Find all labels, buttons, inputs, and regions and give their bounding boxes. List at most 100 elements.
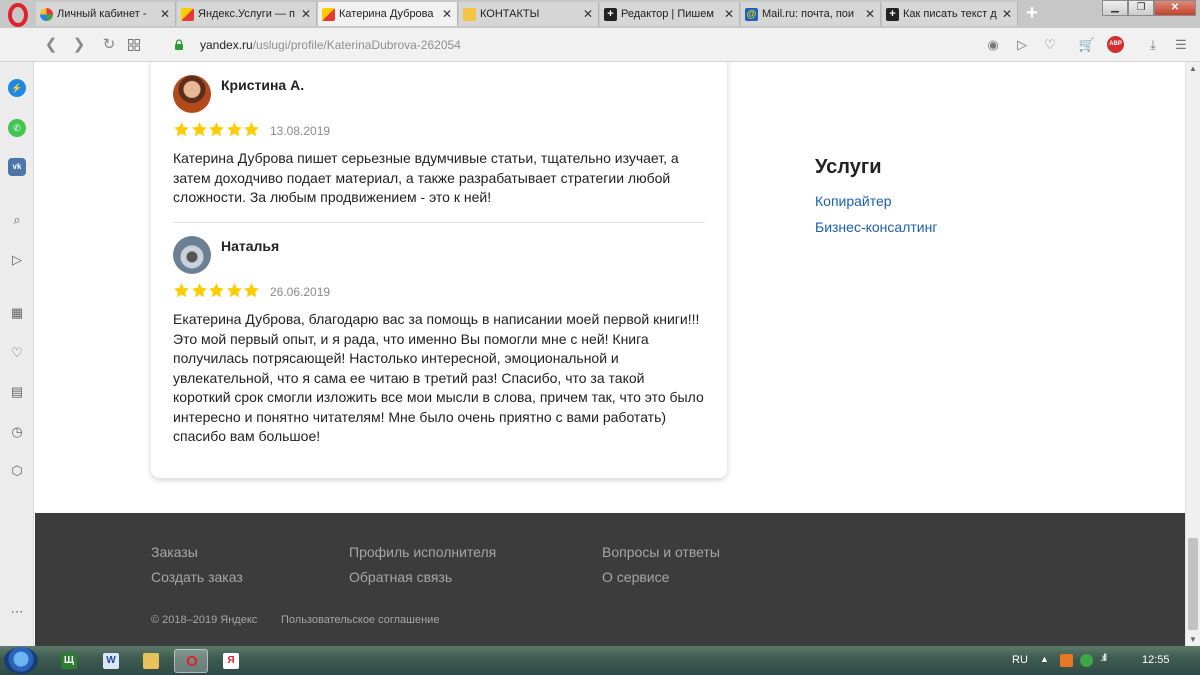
avatar	[173, 236, 211, 274]
address-bar: ❮ ❯ ↻ yandex.ru/uslugi/profile/KaterinaD…	[0, 28, 1200, 62]
cart-icon[interactable]: 🛒	[1078, 36, 1096, 54]
bookmarks-heart-icon[interactable]: ♡	[8, 344, 26, 362]
opera-icon: O	[186, 653, 198, 670]
search-icon[interactable]: ⌕	[8, 211, 26, 229]
tab-mail-ru[interactable]: @ Mail.ru: почта, пои ✕	[741, 2, 881, 26]
footer-link-create-order[interactable]: Создать заказ	[151, 569, 243, 585]
reload-icon[interactable]: ↻	[100, 36, 118, 54]
yandex-icon: Я	[223, 653, 239, 669]
taskbar-app-explorer[interactable]	[134, 649, 168, 673]
whatsapp-icon[interactable]: ✆	[8, 119, 26, 137]
browser-tab-bar: Личный кабинет - ✕ Яндекс.Услуги — п ✕ К…	[0, 0, 1200, 28]
send-icon[interactable]: ▷	[1013, 36, 1031, 54]
extensions-cube-icon[interactable]: ⬡	[8, 462, 26, 480]
scroll-up-arrow-icon[interactable]: ▲	[1189, 64, 1197, 73]
review-text: Катерина Дуброва пишет серьезные вдумчив…	[173, 150, 679, 205]
scroll-down-arrow-icon[interactable]: ▼	[1189, 635, 1197, 644]
close-window-button[interactable]: ✕	[1154, 0, 1196, 16]
language-indicator[interactable]: RU	[1012, 654, 1028, 666]
star-icon	[191, 122, 207, 137]
tray-update-icon[interactable]	[1080, 654, 1093, 667]
tab-contacts[interactable]: КОНТАКТЫ ✕	[459, 2, 599, 26]
menu-icon[interactable]: ☰	[1172, 36, 1190, 54]
close-tab-icon[interactable]: ✕	[864, 7, 876, 21]
plus-square-icon: +	[886, 7, 899, 21]
forward-icon[interactable]: ❯	[70, 36, 88, 54]
opera-menu-icon[interactable]	[6, 3, 30, 27]
opera-sidebar: ⚡ ✆ vk ⌕ ▷ ▦ ♡ ▤ ◷ ⬡ ⋯	[0, 62, 34, 646]
back-icon[interactable]: ❮	[42, 36, 60, 54]
rating-stars	[173, 282, 261, 299]
windows-taskbar: Щ W O Я RU ▲ .ıll 12:55	[0, 646, 1200, 675]
new-tab-button[interactable]: +	[1022, 3, 1042, 24]
star-icon	[244, 122, 259, 137]
star-icon	[226, 122, 242, 137]
send-icon[interactable]: ▷	[8, 251, 26, 269]
speed-dial-icon[interactable]	[128, 39, 140, 51]
copyright: © 2018–2019 Яндекс	[151, 614, 258, 626]
close-tab-icon[interactable]: ✕	[159, 7, 171, 21]
star-icon	[244, 283, 259, 298]
camera-icon[interactable]: ◉	[984, 36, 1002, 54]
windows-start-button[interactable]	[4, 647, 38, 674]
taskbar-app-yandex[interactable]: Я	[214, 649, 248, 673]
secure-lock-icon[interactable]	[174, 39, 184, 50]
close-tab-icon[interactable]: ✕	[723, 7, 735, 21]
tab-how-to-write[interactable]: + Как писать текст д ✕	[882, 2, 1018, 26]
maximize-window-button[interactable]: ❐	[1128, 0, 1154, 16]
heart-icon[interactable]: ♡	[1041, 36, 1059, 54]
plus-square-icon: +	[604, 7, 617, 21]
tray-app-icon[interactable]	[1060, 654, 1073, 667]
show-hidden-icons-icon[interactable]: ▲	[1040, 654, 1049, 664]
scroll-thumb[interactable]	[1188, 538, 1198, 630]
review-date: 26.06.2019	[270, 285, 331, 299]
taskbar-app-opera[interactable]: O	[174, 649, 208, 673]
star-icon	[226, 283, 242, 298]
avatar	[173, 75, 211, 113]
yandex-services-icon	[181, 7, 194, 21]
adblock-icon[interactable]: ABP	[1107, 36, 1124, 53]
reviewer-name: Кристина А.	[221, 77, 305, 93]
footer-link-user-agreement[interactable]: Пользовательское соглашение	[281, 614, 439, 626]
taskbar-app-project[interactable]: Щ	[52, 649, 86, 673]
close-tab-icon[interactable]: ✕	[300, 7, 312, 21]
star-icon	[191, 283, 207, 298]
contacts-icon	[463, 7, 476, 21]
rating-stars	[173, 121, 261, 138]
messenger-icon[interactable]: ⚡	[8, 79, 26, 97]
close-tab-icon[interactable]: ✕	[441, 7, 453, 21]
footer-link-faq[interactable]: Вопросы и ответы	[602, 544, 720, 560]
close-tab-icon[interactable]: ✕	[582, 7, 594, 21]
tab-personal-cabinet[interactable]: Личный кабинет - ✕	[36, 2, 176, 26]
word-icon: W	[103, 653, 119, 669]
minimize-window-button[interactable]: ▁	[1102, 0, 1128, 16]
window-controls: ▁ ❐ ✕	[1102, 0, 1196, 18]
service-link-business-consulting[interactable]: Бизнес-консалтинг	[815, 219, 937, 235]
tab-editor[interactable]: + Редактор | Пишем ✕	[600, 2, 740, 26]
footer-link-orders[interactable]: Заказы	[151, 544, 198, 560]
more-dots-icon[interactable]: ⋯	[8, 603, 26, 621]
speed-dial-icon[interactable]: ▦	[8, 304, 26, 322]
url-field[interactable]: yandex.ru/uslugi/profile/KaterinaDubrova…	[200, 38, 461, 52]
vk-icon[interactable]: vk	[8, 158, 26, 176]
vertical-scrollbar[interactable]: ▲ ▼	[1185, 62, 1200, 646]
footer-link-feedback[interactable]: Обратная связь	[349, 569, 452, 585]
tab-yandex-services[interactable]: Яндекс.Услуги — п ✕	[177, 2, 317, 26]
footer-link-about[interactable]: О сервисе	[602, 569, 669, 585]
footer-link-executor-profile[interactable]: Профиль исполнителя	[349, 544, 496, 560]
review-date: 13.08.2019	[270, 124, 331, 138]
service-link-copywriter[interactable]: Копирайтер	[815, 193, 892, 209]
download-icon[interactable]: ⤓	[1144, 36, 1162, 54]
project-app-icon: Щ	[61, 653, 77, 669]
yandex-services-icon	[322, 7, 335, 21]
tab-katerina-dubrova[interactable]: Катерина Дуброва ✕	[318, 2, 458, 26]
page-content: Кристина А. 13.08.2019 Катерина Дуброва …	[35, 62, 1185, 646]
history-clock-icon[interactable]: ◷	[8, 423, 26, 441]
close-tab-icon[interactable]: ✕	[1001, 7, 1013, 21]
network-signal-icon[interactable]: .ıll	[1100, 653, 1107, 664]
folder-icon	[143, 653, 159, 669]
system-clock[interactable]: 12:55	[1142, 654, 1170, 666]
star-icon	[209, 283, 224, 298]
news-icon[interactable]: ▤	[8, 383, 26, 401]
taskbar-app-word[interactable]: W	[94, 649, 128, 673]
